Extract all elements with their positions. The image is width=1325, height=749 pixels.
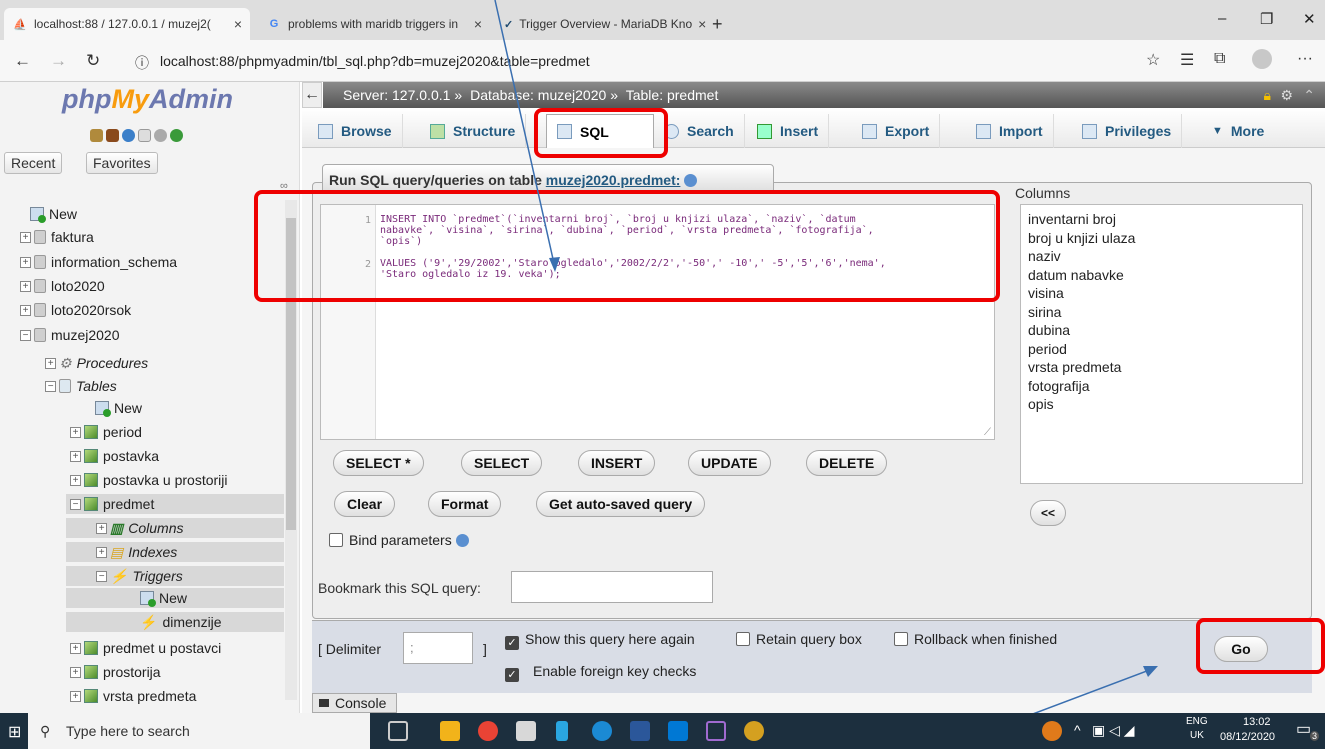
clock-time[interactable]: 13:02 (1243, 716, 1271, 728)
tray-chevron-icon[interactable]: ^ (1074, 722, 1081, 738)
arrow-to-query (494, 0, 556, 269)
task-view-icon[interactable] (388, 721, 408, 741)
vscode-icon[interactable] (556, 721, 568, 741)
windows-taskbar: ⊞ ⚲ Type here to search ^ ▣ ◁ ◢ ENG UK 13… (0, 713, 1325, 749)
tray-icons[interactable]: ▣ ◁ ◢ (1092, 722, 1135, 739)
app-icon[interactable] (744, 721, 764, 741)
store-icon[interactable] (516, 721, 536, 741)
search-icon: ⚲ (40, 723, 51, 739)
word-icon[interactable] (630, 721, 650, 741)
clock-date[interactable]: 08/12/2020 (1220, 731, 1275, 743)
notification-icon[interactable]: ▭ (1296, 719, 1311, 739)
chrome-icon[interactable] (478, 721, 498, 741)
visual-studio-icon[interactable] (706, 721, 726, 741)
help-tray-icon[interactable] (1042, 721, 1062, 741)
windows-start-icon[interactable]: ⊞ (8, 722, 21, 742)
taskbar-search[interactable]: ⚲ Type here to search (28, 713, 370, 749)
language-code[interactable]: ENG (1186, 716, 1208, 727)
file-explorer-icon[interactable] (440, 721, 460, 741)
edge-icon[interactable] (592, 721, 612, 741)
arrow-head-query (549, 257, 560, 272)
mail-icon[interactable] (668, 721, 688, 741)
annotation-arrows (494, 0, 1158, 749)
notification-count: 3 (1310, 731, 1320, 741)
language-region[interactable]: UK (1190, 730, 1204, 741)
